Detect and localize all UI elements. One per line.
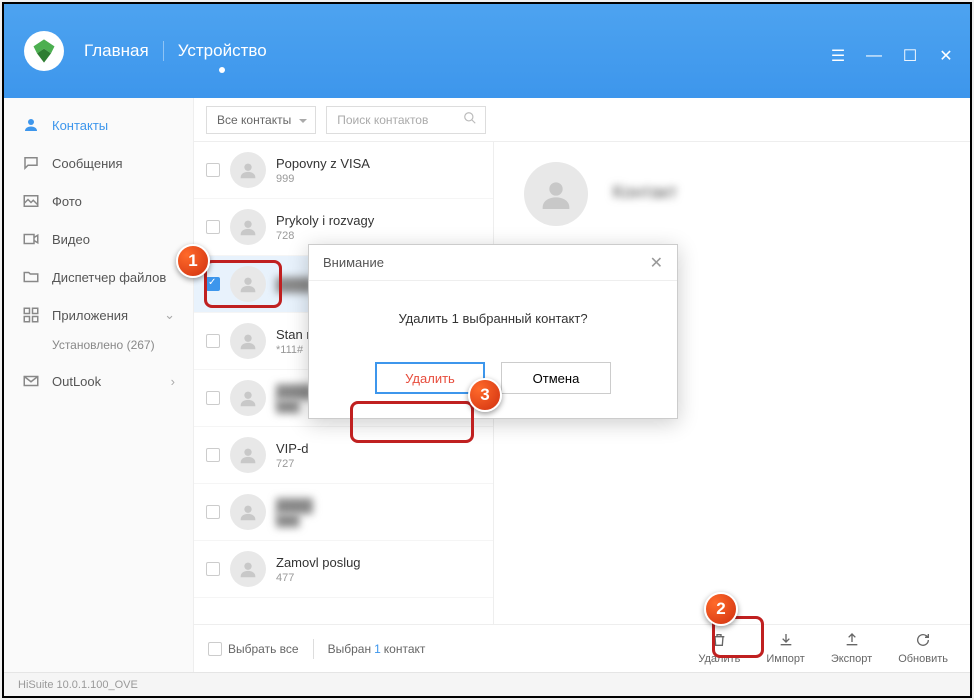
contact-row[interactable]: VIP-d 727 <box>194 427 493 484</box>
detail-contact-name: Контакт <box>612 182 677 203</box>
sidebar-item-apps[interactable]: Приложения ⌄ <box>4 296 193 334</box>
sidebar-label: Видео <box>52 232 90 247</box>
import-button[interactable]: Импорт <box>758 628 812 669</box>
dialog-header: Внимание ✕ <box>309 245 677 281</box>
search-input[interactable]: Поиск контактов <box>326 106 486 134</box>
avatar-icon <box>230 266 266 302</box>
chevron-down-icon: ⌄ <box>164 307 175 323</box>
sidebar-item-messages[interactable]: Сообщения <box>4 144 193 182</box>
sidebar-label: Диспетчер файлов <box>52 270 166 285</box>
contact-phone: ███ <box>276 515 481 527</box>
folder-icon <box>22 268 40 286</box>
checkbox[interactable] <box>208 642 222 656</box>
contact-phone: 477 <box>276 572 481 584</box>
refresh-icon <box>915 632 931 651</box>
sidebar-label: Сообщения <box>52 156 123 171</box>
export-button[interactable]: Экспорт <box>823 628 880 669</box>
download-icon <box>778 632 794 651</box>
chevron-right-icon: › <box>171 374 175 389</box>
refresh-button[interactable]: Обновить <box>890 628 956 669</box>
bottom-bar: Выбрать все Выбран 1 контакт Удалить Имп… <box>194 624 970 672</box>
sidebar-item-files[interactable]: Диспетчер файлов <box>4 258 193 296</box>
checkbox[interactable] <box>206 334 220 348</box>
upload-icon <box>844 632 860 651</box>
avatar-icon <box>230 551 266 587</box>
avatar-icon <box>230 437 266 473</box>
dialog-title: Внимание <box>323 255 384 270</box>
contact-name: Prykoly i rozvagy <box>276 213 481 228</box>
dialog-close-icon[interactable]: ✕ <box>650 253 663 273</box>
annotation-callout-2: 2 <box>704 592 738 626</box>
checkbox[interactable] <box>206 562 220 576</box>
app-logo <box>24 31 64 71</box>
header-tabs: Главная Устройство <box>84 41 267 61</box>
contact-phone: 727 <box>276 458 481 470</box>
grid-icon <box>22 306 40 324</box>
contact-phone: 999 <box>276 173 481 185</box>
tab-device[interactable]: Устройство <box>178 41 267 61</box>
mail-icon <box>22 372 40 390</box>
sidebar-label: Фото <box>52 194 82 209</box>
checkbox[interactable] <box>206 220 220 234</box>
chat-icon <box>22 154 40 172</box>
checkbox[interactable] <box>206 163 220 177</box>
dialog-cancel-button[interactable]: Отмена <box>501 362 611 394</box>
checkbox[interactable] <box>206 391 220 405</box>
avatar-icon <box>230 209 266 245</box>
checkbox-checked[interactable] <box>206 277 220 291</box>
sidebar-item-outlook[interactable]: OutLook › <box>4 362 193 400</box>
sidebar-label: Контакты <box>52 118 108 133</box>
sidebar-label: Приложения <box>52 308 128 323</box>
status-bar: HiSuite 10.0.1.100_OVE <box>4 672 970 696</box>
avatar-icon <box>230 494 266 530</box>
avatar-icon <box>230 152 266 188</box>
sidebar-label: OutLook <box>52 374 101 389</box>
minimize-icon[interactable]: — <box>866 48 882 64</box>
close-icon[interactable]: ✕ <box>938 48 954 64</box>
maximize-icon[interactable]: ☐ <box>902 48 918 64</box>
contact-name: VIP-d <box>276 441 481 456</box>
search-icon <box>463 111 477 128</box>
app-window: Главная Устройство ☰ — ☐ ✕ Контакты Сооб… <box>2 2 972 698</box>
contact-row[interactable]: Zamovl poslug 477 <box>194 541 493 598</box>
avatar-icon <box>230 323 266 359</box>
sidebar: Контакты Сообщения Фото Видео Диспетчер … <box>4 98 194 672</box>
contacts-toolbar: Все контакты Поиск контактов <box>194 98 970 142</box>
selected-label: Выбран <box>328 642 371 656</box>
select-all-label: Выбрать все <box>228 642 299 656</box>
video-icon <box>22 230 40 248</box>
selected-suffix: контакт <box>384 642 426 656</box>
contact-row[interactable]: Popovny z VISA 999 <box>194 142 493 199</box>
sidebar-item-photos[interactable]: Фото <box>4 182 193 220</box>
contact-name: Zamovl poslug <box>276 555 481 570</box>
tab-home[interactable]: Главная <box>84 41 149 61</box>
titlebar: Главная Устройство ☰ — ☐ ✕ <box>4 4 970 98</box>
select-all[interactable]: Выбрать все <box>208 642 299 656</box>
group-dropdown[interactable]: Все контакты <box>206 106 316 134</box>
avatar-icon <box>230 380 266 416</box>
delete-button[interactable]: Удалить <box>690 628 748 669</box>
dialog-message: Удалить 1 выбранный контакт? <box>309 281 677 346</box>
sidebar-item-videos[interactable]: Видео <box>4 220 193 258</box>
sidebar-apps-installed[interactable]: Установлено (267) <box>4 334 193 362</box>
contact-name: ████ <box>276 498 481 513</box>
trash-icon <box>711 632 727 651</box>
image-icon <box>22 192 40 210</box>
version-label: HiSuite 10.0.1.100_OVE <box>18 679 138 691</box>
checkbox[interactable] <box>206 505 220 519</box>
selected-count: 1 <box>374 642 381 656</box>
contact-name: Popovny z VISA <box>276 156 481 171</box>
menu-icon[interactable]: ☰ <box>830 48 846 64</box>
contact-phone: 728 <box>276 230 481 242</box>
annotation-callout-1: 1 <box>176 244 210 278</box>
checkbox[interactable] <box>206 448 220 462</box>
person-icon <box>22 116 40 134</box>
sidebar-item-contacts[interactable]: Контакты <box>4 106 193 144</box>
annotation-callout-3: 3 <box>468 378 502 412</box>
contact-row[interactable]: ███████ <box>194 484 493 541</box>
detail-avatar-icon <box>524 162 588 226</box>
